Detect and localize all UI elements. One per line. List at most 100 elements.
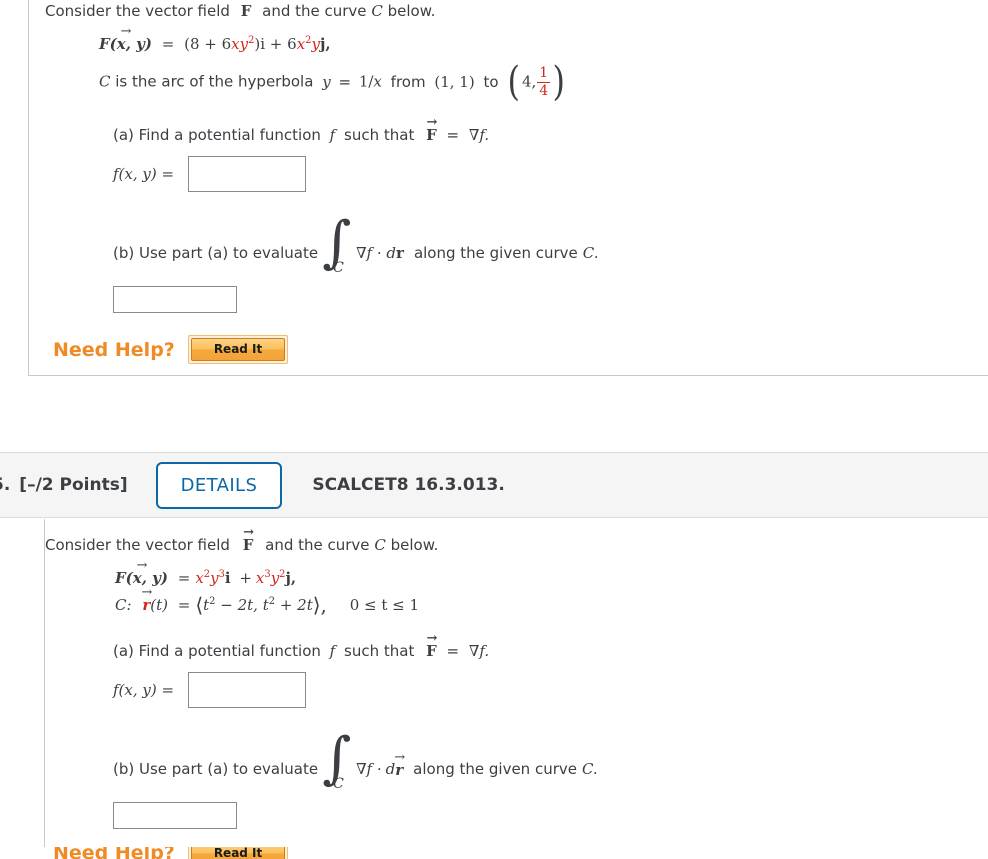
- part-a-text: (a) Find a potential function: [113, 642, 321, 660]
- prompt-tail-text: below.: [387, 2, 436, 20]
- part-b-text: (b) Use part (a) to evaluate: [113, 244, 319, 262]
- question-1-part-b-label: (b) Use part (a) to evaluate ∫ C ∇f · dr…: [113, 215, 988, 280]
- part-a-F-vector-glyph: → F: [426, 115, 437, 144]
- equals-sign: =: [177, 569, 191, 587]
- left-paren-glyph: (: [507, 59, 521, 105]
- part-a-f-symbol: f: [329, 642, 336, 660]
- question-1-answer-a-row: f(x, y) =: [113, 156, 988, 192]
- prompt-mid-text: and the curve: [265, 536, 370, 554]
- prompt-tail-text: below.: [390, 536, 439, 554]
- part-b-curve-symbol: C.: [582, 244, 599, 262]
- question-2-field-definition: → F(x, y) = x2y3i + x3y2j,: [115, 559, 988, 587]
- question-1-field-definition: → F(x, y) = (8 + 6xy2)i + 6x2yj,: [99, 25, 988, 53]
- question-1-prompt: Consider the vector field F and the curv…: [45, 2, 988, 20]
- r-vector-glyph: → r: [141, 585, 152, 614]
- curve-equals: =: [177, 596, 191, 614]
- vector-arrow-icon: →: [426, 115, 437, 130]
- point-2-fraction: 14: [537, 64, 551, 99]
- vector-arrow-icon: →: [243, 525, 254, 540]
- read-it-button[interactable]: Read It: [190, 338, 286, 361]
- part-a-gradient: ∇f.: [468, 642, 490, 660]
- question-1-body: Consider the vector field F and the curv…: [28, 0, 988, 376]
- field-rhs-part3: j,: [319, 35, 331, 53]
- comp1-rest: − 2t,: [220, 596, 258, 614]
- part-b-integrand: ∇f · dr: [356, 244, 404, 262]
- right-paren-glyph: ): [552, 59, 566, 105]
- question-2-curve-definition: C: → r(t) = ⟨t2 − 2t, t2 + 2t⟩, 0 ≤ t ≤ 1: [115, 585, 988, 617]
- part-a-F-vector-glyph: → F: [426, 631, 437, 660]
- curve-equals: =: [338, 72, 352, 91]
- vector-field-symbol: F: [240, 2, 252, 20]
- field-rhs-x: x: [296, 35, 306, 53]
- curve-text-2: from: [390, 72, 426, 91]
- part-b-text-2: along the given curve: [413, 244, 578, 262]
- point-2-x: 4,: [521, 72, 537, 91]
- part-a-text-2: such that: [344, 642, 415, 660]
- part-b-text: (b) Use part (a) to evaluate: [113, 760, 319, 778]
- curve-parameter-range: 0 ≤ t ≤ 1: [349, 596, 420, 614]
- vector-arrow-icon: →: [426, 631, 437, 646]
- curve-text-1-lead: C: [99, 72, 111, 91]
- question-2-need-help-row: Need Help? Read It: [53, 847, 988, 859]
- unit-vector-i: i: [224, 569, 231, 587]
- curve-text-3: to: [483, 72, 499, 91]
- curve-text-1: is the arc of the hyperbola: [110, 72, 314, 91]
- term1-y: y: [210, 569, 219, 587]
- fraction-denominator: 4: [539, 82, 549, 99]
- question-2-part-a-label: (a) Find a potential function f such tha…: [113, 631, 988, 660]
- part-a-f-symbol: f: [329, 126, 336, 144]
- question-1-part-a-label: (a) Find a potential function f such tha…: [113, 115, 988, 144]
- part-a-gradient: ∇f.: [468, 126, 490, 144]
- comp2-rest: + 2t: [279, 596, 313, 614]
- curve-point-2: (4, 1 4): [506, 59, 566, 105]
- read-it-button-frame[interactable]: Read It: [187, 335, 289, 364]
- part-b-curve-symbol: C.: [581, 760, 598, 778]
- question-2-part-b-label: (b) Use part (a) to evaluate ∫ C ∇f · d →…: [113, 731, 988, 796]
- question-2-answer-b-row: [113, 802, 988, 829]
- prompt-lead-text: Consider the vector field: [45, 2, 230, 20]
- answer-a-input[interactable]: [188, 156, 307, 192]
- curve-symbol: C: [371, 2, 383, 20]
- unit-vector-j: j,: [285, 569, 297, 587]
- question-2-code: SCALCET8 16.3.013.: [312, 475, 505, 495]
- field-rhs-part2: )i + 6: [254, 35, 297, 53]
- question-1-answer-b-row: [113, 286, 988, 313]
- term1-x: x: [195, 569, 204, 587]
- vector-arrow-icon: →: [394, 749, 405, 765]
- angle-bracket-close: ⟩,: [312, 593, 327, 617]
- fraction-numerator: 1: [539, 64, 549, 81]
- part-a-equals: =: [446, 642, 460, 660]
- answer-b-input[interactable]: [113, 286, 237, 313]
- part-a-text: (a) Find a potential function: [113, 126, 321, 144]
- question-2-number: 5.: [0, 475, 11, 495]
- answer-a-input[interactable]: [188, 672, 307, 708]
- angle-bracket-open: ⟨: [195, 593, 204, 617]
- question-2-answer-a-row: f(x, y) =: [113, 672, 988, 708]
- vector-arrow-icon: →: [136, 558, 148, 573]
- part-a-equals: =: [446, 126, 460, 144]
- read-it-button[interactable]: Read It: [190, 847, 286, 859]
- term2-y: y: [270, 569, 280, 587]
- question-2-prompt: Consider the vector field → F and the cur…: [45, 526, 988, 554]
- comp2-exp: 2: [268, 596, 276, 607]
- read-it-button-frame[interactable]: Read It: [187, 847, 289, 859]
- field-rhs-y: y: [311, 35, 320, 53]
- integral-icon: ∫ C: [320, 215, 351, 280]
- equals-sign: =: [161, 35, 175, 53]
- details-button[interactable]: DETAILS: [155, 461, 283, 509]
- question-2-body: Consider the vector field → F and the cur…: [44, 519, 988, 859]
- question-1-need-help-row: Need Help? Read It: [53, 335, 988, 364]
- curve-point-1: (1, 1): [434, 72, 475, 91]
- prompt-lead-text: Consider the vector field: [45, 536, 230, 554]
- answer-a-label: f(x, y) =: [113, 681, 175, 699]
- plus-sign: +: [239, 569, 252, 587]
- curve-expression: 1/x: [358, 72, 382, 91]
- vector-arrow-icon: →: [120, 24, 132, 39]
- question-2-points: [–/2 Points]: [19, 475, 128, 495]
- part-b-integrand-gradient: ∇f ·: [356, 760, 382, 778]
- question-1-curve-definition: C is the arc of the hyperbola y = 1/x fr…: [99, 59, 988, 105]
- curve-symbol: C: [374, 536, 386, 554]
- comp1-exp: 2: [209, 596, 216, 607]
- answer-b-input[interactable]: [113, 802, 237, 829]
- need-help-label: Need Help?: [53, 338, 175, 361]
